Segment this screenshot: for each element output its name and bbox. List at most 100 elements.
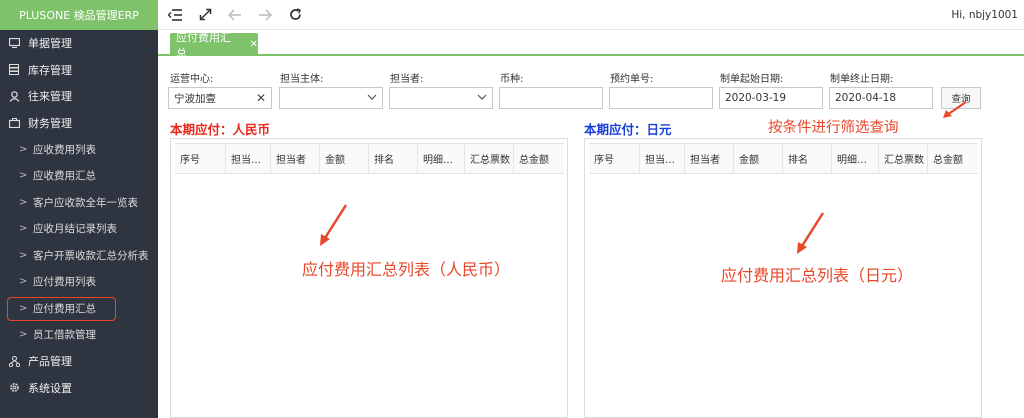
- sidebar-subitem-payable-list[interactable]: > 应付费用列表: [0, 269, 158, 296]
- column-header[interactable]: 总金额: [514, 144, 564, 173]
- sidebar-item-label: 往来管理: [28, 90, 72, 104]
- close-icon[interactable]: ✕: [250, 39, 258, 50]
- jpy-list-annotation: 应付费用汇总列表（日元）: [721, 266, 914, 285]
- sidebar-subitem-label: 应付费用汇总: [33, 302, 96, 315]
- end-date-label: 制单终止日期:: [830, 74, 894, 85]
- person-label: 担当者:: [390, 74, 424, 85]
- sidebar-subitem-receivable-list[interactable]: > 应收费用列表: [0, 136, 158, 163]
- sidebar-subitem-invoice-analysis[interactable]: > 客户开票收款汇总分析表: [0, 242, 158, 269]
- column-header[interactable]: 总金额: [928, 144, 978, 173]
- sidebar-subitem-receivable-summary[interactable]: > 应收费用汇总: [0, 163, 158, 190]
- column-header[interactable]: 担当者: [685, 144, 734, 173]
- sidebar-item-documents[interactable]: 单据管理: [0, 30, 158, 57]
- column-header[interactable]: 担当…: [640, 144, 685, 173]
- start-date-label: 制单起始日期:: [720, 74, 784, 85]
- column-header[interactable]: 担当…: [226, 144, 271, 173]
- sidebar-subitem-monthly-records[interactable]: > 应收月结记录列表: [0, 216, 158, 243]
- column-header[interactable]: 排名: [783, 144, 832, 173]
- forward-arrow-icon[interactable]: [250, 0, 280, 30]
- annotation-arrow-icon: [797, 212, 825, 254]
- booking-no-input[interactable]: [609, 87, 713, 109]
- operation-center-label: 运营中心:: [170, 74, 214, 85]
- start-date-input[interactable]: 2020-03-19: [719, 87, 823, 109]
- query-hint-annotation: 按条件进行筛选查询: [768, 120, 899, 136]
- jpy-section-title: 本期应付：日元: [584, 122, 672, 137]
- person-select[interactable]: [389, 87, 493, 109]
- operation-center-select[interactable]: 宁波加壹 ✕: [168, 87, 272, 109]
- chevron-right-icon: >: [19, 170, 28, 182]
- sidebar-item-label: 系统设置: [28, 381, 72, 395]
- fullscreen-icon[interactable]: [190, 0, 220, 30]
- sidebar-item-label: 单据管理: [28, 37, 72, 51]
- chevron-right-icon: >: [19, 249, 28, 261]
- annotation-arrow-icon: [943, 101, 967, 118]
- chevron-down-icon: [367, 92, 377, 104]
- currency-input[interactable]: [499, 87, 603, 109]
- app-brand[interactable]: PLUSONE 検品管理ERP: [0, 0, 158, 30]
- chevron-right-icon: >: [19, 196, 28, 208]
- operation-center-value: 宁波加壹: [174, 92, 216, 105]
- rmb-section-title: 本期应付：人民币: [170, 122, 271, 137]
- chevron-down-icon: [477, 92, 487, 104]
- refresh-icon[interactable]: [280, 0, 310, 30]
- sidebar-item-inventory[interactable]: 库存管理: [0, 57, 158, 84]
- sidebar-item-finance[interactable]: 财务管理: [0, 110, 158, 137]
- rmb-table-header: 序号 担当… 担当者 金额 排名 明细… 汇总票数 总金额: [175, 143, 564, 174]
- sidebar-subitem-payable-summary[interactable]: > 应付费用汇总: [0, 295, 158, 322]
- column-header[interactable]: 序号: [175, 144, 226, 173]
- chevron-right-icon: >: [19, 302, 28, 314]
- gear-icon: [8, 382, 20, 394]
- user-greeting[interactable]: Hi, nbjy1001: [951, 9, 1018, 21]
- sidebar: PLUSONE 検品管理ERP 单据管理 库存管理 往来管理 财务管理 > 应收费…: [0, 0, 158, 418]
- subject-label: 担当主体:: [280, 74, 324, 85]
- database-icon: [8, 64, 20, 76]
- monitor-icon: [8, 37, 20, 49]
- sidebar-subitem-label: 应收月结记录列表: [33, 223, 117, 236]
- chevron-right-icon: >: [19, 329, 28, 341]
- column-header[interactable]: 序号: [589, 144, 640, 173]
- user-icon: [8, 90, 20, 102]
- column-header[interactable]: 汇总票数: [879, 144, 928, 173]
- column-header[interactable]: 金额: [320, 144, 369, 173]
- jpy-table-header: 序号 担当… 担当者 金额 排名 明细… 汇总票数 总金额: [589, 143, 978, 174]
- sidebar-subitem-label: 应收费用汇总: [33, 170, 96, 183]
- column-header[interactable]: 明细…: [832, 144, 879, 173]
- clear-icon[interactable]: ✕: [256, 91, 266, 105]
- column-header[interactable]: 明细…: [418, 144, 465, 173]
- rmb-list-annotation: 应付费用汇总列表（人民币）: [302, 260, 511, 279]
- column-header[interactable]: 汇总票数: [465, 144, 514, 173]
- column-header[interactable]: 排名: [369, 144, 418, 173]
- chevron-right-icon: >: [19, 143, 28, 155]
- sidebar-subitem-label: 客户开票收款汇总分析表: [33, 249, 149, 262]
- sidebar-item-label: 财务管理: [28, 116, 72, 130]
- sidebar-subitem-annual-receivable[interactable]: > 客户应收款全年一览表: [0, 189, 158, 216]
- column-header[interactable]: 担当者: [271, 144, 320, 173]
- sidebar-item-label: 产品管理: [28, 355, 72, 369]
- end-date-value: 2020-04-18: [835, 92, 897, 104]
- annotation-arrow-icon: [320, 204, 348, 246]
- briefcase-icon: [8, 117, 20, 129]
- sidebar-item-settings[interactable]: 系统设置: [0, 375, 158, 402]
- booking-no-label: 预约单号:: [610, 74, 654, 85]
- tab-payable-summary[interactable]: 应付费用汇总 ✕: [170, 31, 258, 60]
- sidebar-subitem-employee-loans[interactable]: > 员工借款管理: [0, 322, 158, 349]
- chevron-right-icon: >: [19, 276, 28, 288]
- column-header[interactable]: 金额: [734, 144, 783, 173]
- sidebar-item-products[interactable]: 产品管理: [0, 348, 158, 375]
- sitemap-icon: [8, 355, 20, 367]
- back-arrow-icon[interactable]: [220, 0, 250, 30]
- sidebar-subitem-label: 客户应收款全年一览表: [33, 196, 138, 209]
- currency-label: 币种:: [500, 74, 524, 85]
- sidebar-subitem-label: 应付费用列表: [33, 276, 96, 289]
- sidebar-subitem-label: 应收费用列表: [33, 143, 96, 156]
- end-date-input[interactable]: 2020-04-18: [829, 87, 933, 109]
- start-date-value: 2020-03-19: [725, 92, 787, 104]
- tab-bar: 应付费用汇总 ✕: [158, 30, 1024, 60]
- sidebar-item-label: 库存管理: [28, 63, 72, 77]
- chevron-right-icon: >: [19, 223, 28, 235]
- top-toolbar: Hi, nbjy1001: [158, 0, 1024, 30]
- subject-select[interactable]: [279, 87, 383, 109]
- sidebar-item-contacts[interactable]: 往来管理: [0, 83, 158, 110]
- menu-collapse-icon[interactable]: [160, 0, 190, 30]
- sidebar-subitem-label: 员工借款管理: [33, 329, 96, 342]
